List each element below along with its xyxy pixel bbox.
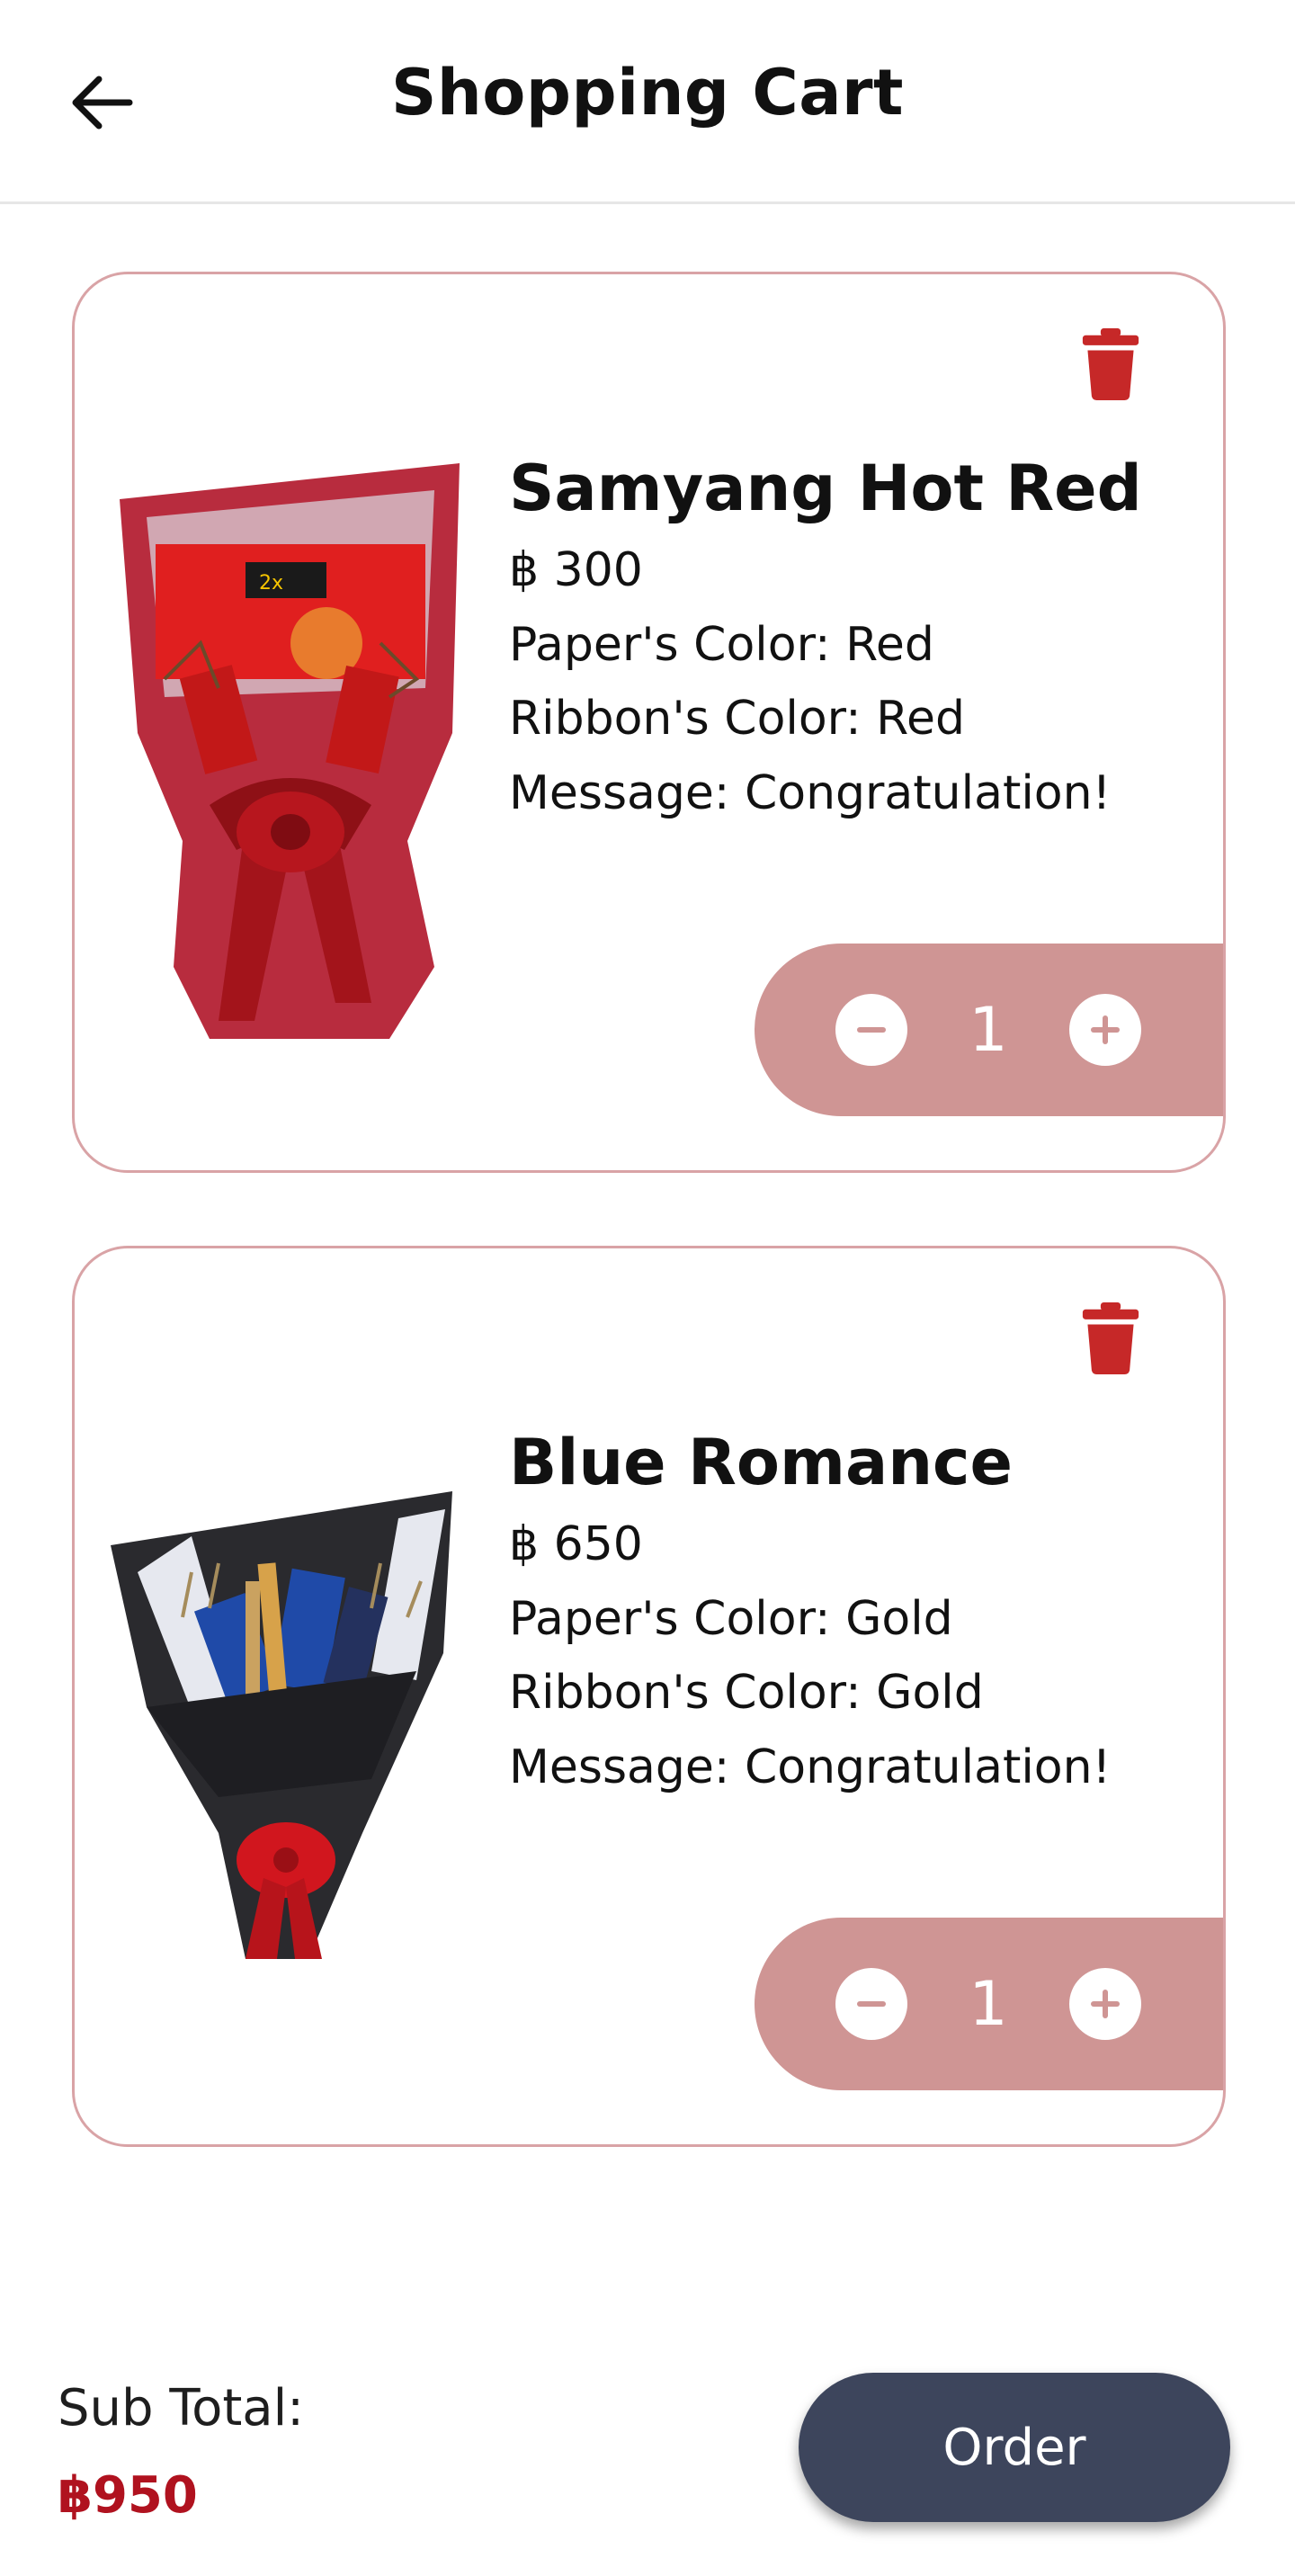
- subtotal-value: ฿950: [58, 2466, 198, 2525]
- minus-icon: [857, 1027, 886, 1033]
- quantity-value: 1: [969, 1968, 1008, 2040]
- increase-quantity-button[interactable]: [1069, 994, 1141, 1066]
- paper-color: Paper's Color: Gold: [509, 1592, 953, 1646]
- cart-item-card: Blue Romance ฿ 650 Paper's Color: Gold R…: [72, 1246, 1226, 2147]
- quantity-stepper: 1: [755, 1918, 1223, 2090]
- decrease-quantity-button[interactable]: [835, 1968, 907, 2040]
- paper-color: Paper's Color: Red: [509, 618, 934, 672]
- minus-icon: [857, 2001, 886, 2007]
- ribbon-color: Ribbon's Color: Red: [509, 692, 965, 747]
- app-header: Shopping Cart: [0, 0, 1295, 204]
- message: Message: Congratulation!: [509, 765, 1112, 820]
- increase-quantity-button[interactable]: [1069, 1968, 1141, 2040]
- item-name: Samyang Hot Red: [509, 452, 1142, 525]
- quantity-stepper: 1: [755, 944, 1223, 1116]
- plus-icon: [1091, 1015, 1120, 1044]
- svg-text:2x: 2x: [259, 572, 283, 595]
- trash-icon[interactable]: [1079, 1302, 1142, 1374]
- order-button[interactable]: Order: [799, 2373, 1230, 2522]
- decrease-quantity-button[interactable]: [835, 994, 907, 1066]
- item-name: Blue Romance: [509, 1426, 1013, 1499]
- quantity-value: 1: [969, 994, 1008, 1066]
- plus-icon: [1091, 1990, 1120, 2018]
- cart-item-card: 2x Samyang Hot Red ฿ 300 Paper's Color: …: [72, 272, 1226, 1173]
- ribbon-color: Ribbon's Color: Gold: [509, 1666, 984, 1721]
- item-price: ฿ 300: [509, 543, 643, 597]
- item-price: ฿ 650: [509, 1517, 643, 1571]
- subtotal-label: Sub Total:: [58, 2379, 305, 2437]
- trash-icon[interactable]: [1079, 328, 1142, 400]
- page-title: Shopping Cart: [391, 56, 904, 130]
- product-image: 2x: [120, 463, 460, 1039]
- product-image: [111, 1491, 452, 1959]
- message: Message: Congratulation!: [509, 1740, 1112, 1794]
